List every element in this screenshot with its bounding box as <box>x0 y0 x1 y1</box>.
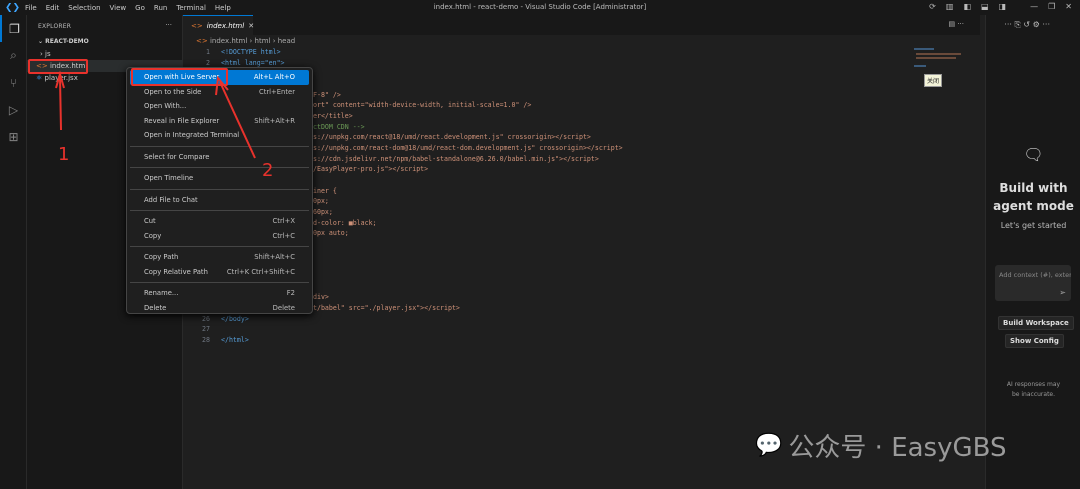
watermark-text: 公众号 · EasyGBS <box>788 433 1007 463</box>
arrow-2 <box>215 75 256 159</box>
step-1-label: 1 <box>58 144 70 165</box>
wechat-icon: 💬 <box>755 433 783 458</box>
annotation-arrows <box>55 70 256 159</box>
watermark: 💬 公众号 · EasyGBS <box>755 427 1007 464</box>
arrow-1 <box>55 70 65 131</box>
step-2-label: 2 <box>262 160 274 181</box>
